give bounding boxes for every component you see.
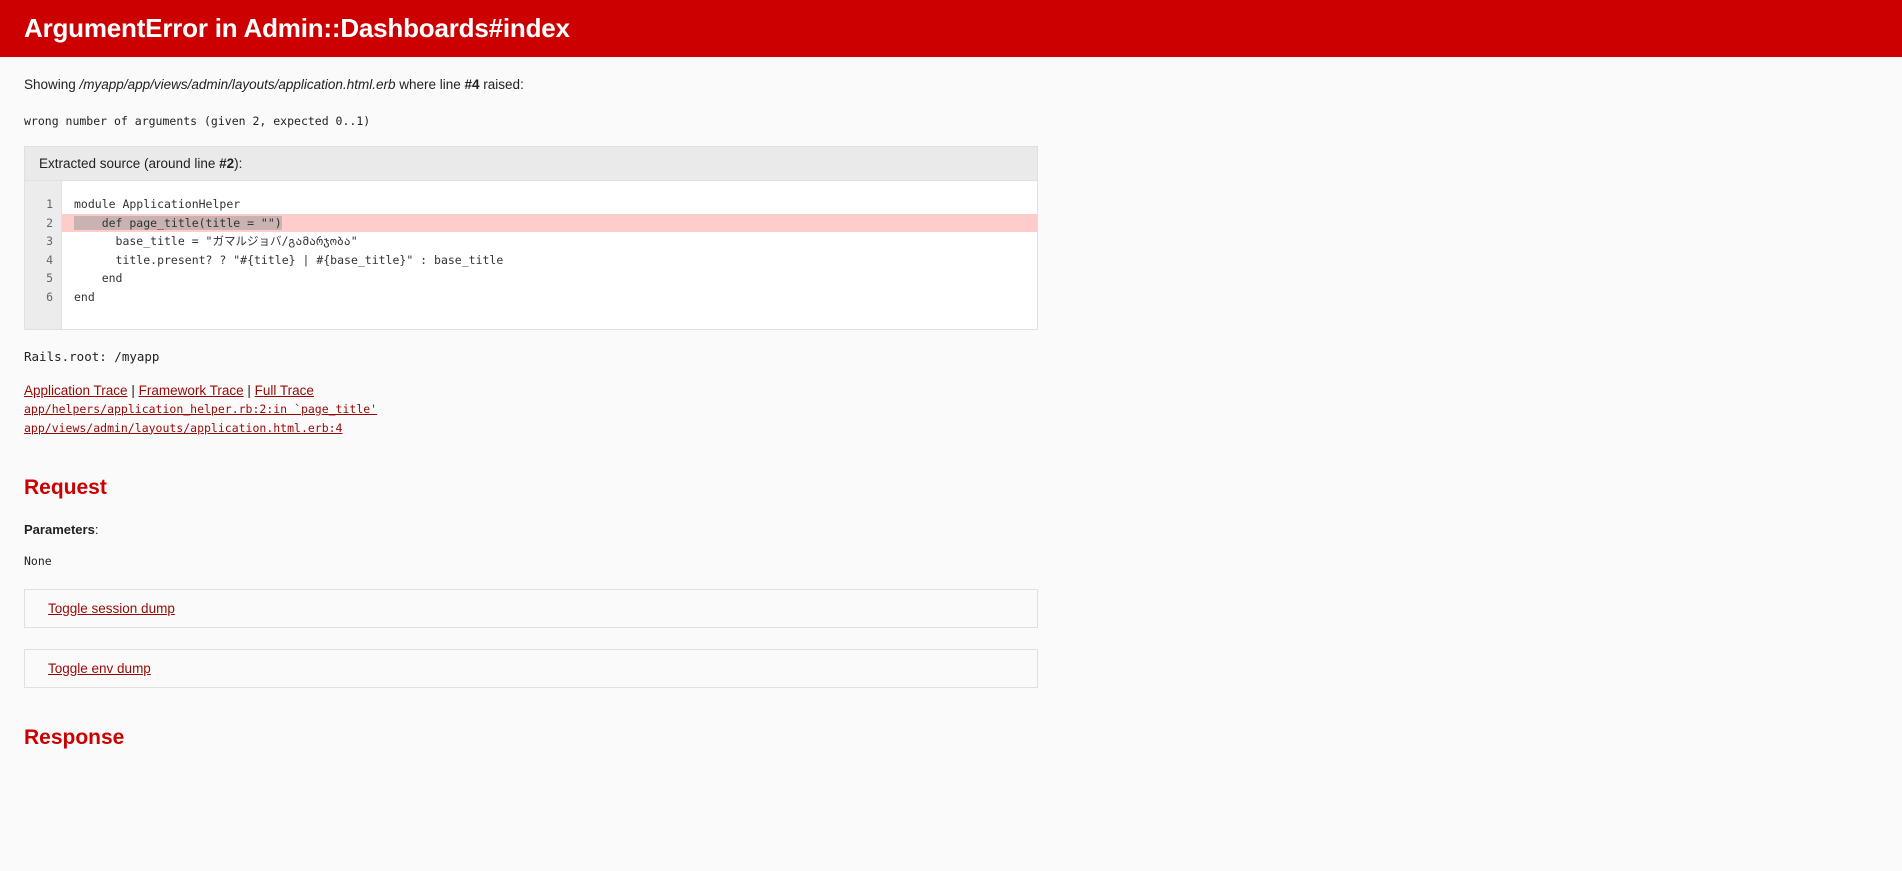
error-header-banner: ArgumentError in Admin::Dashboards#index [0, 0, 1902, 58]
trace-separator: | [243, 382, 255, 398]
caption-prefix: Extracted source (around line [39, 156, 220, 172]
env-dump-panel[interactable]: Toggle env dump [24, 648, 1038, 688]
rails-root-path: Rails.root: /myapp [24, 348, 160, 364]
line-number-gutter: 1 2 3 4 5 6 [25, 181, 62, 329]
exception-message: wrong number of arguments (given 2, expe… [24, 114, 371, 129]
showing-file-path: /myapp/app/views/admin/layouts/applicati… [79, 77, 396, 93]
line-number: 5 [46, 271, 53, 286]
trace-separator: | [127, 382, 139, 398]
source-code-column: module ApplicationHelper def page_title(… [61, 181, 1037, 329]
framework-trace-link[interactable]: Framework Trace [139, 383, 244, 398]
parameters-value: None [24, 553, 52, 568]
parameters-label-text: Parameters [24, 521, 95, 537]
showing-suffix: raised: [479, 77, 524, 93]
showing-line: Showing /myapp/app/views/admin/layouts/a… [24, 76, 1902, 95]
error-title: ArgumentError in Admin::Dashboards#index [24, 13, 570, 43]
code-line: end [74, 289, 95, 304]
extracted-source-block: Extracted source (around line #2): 1 2 3… [24, 146, 1038, 330]
code-line: module ApplicationHelper [74, 197, 241, 212]
code-line-selection: def page_title(title = "") [74, 215, 282, 230]
code-line: title.present? ? "#{title} | #{base_titl… [74, 252, 504, 267]
toggle-env-dump-link[interactable]: Toggle env dump [48, 661, 151, 676]
parameters-label: Parameters: [24, 522, 1902, 537]
extracted-source-caption: Extracted source (around line #2): [25, 147, 1037, 182]
page-body: Showing /myapp/app/views/admin/layouts/a… [0, 76, 1902, 749]
line-number: 1 [46, 197, 53, 212]
full-trace-link[interactable]: Full Trace [255, 383, 314, 398]
code-line: end [74, 271, 123, 286]
parameters-label-colon: : [94, 521, 99, 537]
line-number: 4 [46, 252, 53, 267]
code-line: base_title = "ガマルジョバ/გამარჯობა" [74, 234, 358, 249]
trace-links: Application Trace | Framework Trace | Fu… [24, 383, 1902, 398]
line-number: 6 [46, 289, 53, 304]
code-line-highlighted: def page_title(title = "") [62, 213, 1037, 233]
trace-frame[interactable]: app/views/admin/layouts/application.html… [24, 419, 1902, 438]
trace-frame[interactable]: app/helpers/application_helper.rb:2:in `… [24, 400, 1902, 419]
caption-suffix: ): [234, 156, 243, 172]
application-trace-link[interactable]: Application Trace [24, 383, 128, 398]
toggle-session-dump-link[interactable]: Toggle session dump [48, 601, 175, 616]
showing-prefix: Showing [24, 77, 80, 93]
response-section-heading: Response [24, 725, 125, 749]
line-number: 2 [25, 213, 53, 233]
trace-frame-list: app/helpers/application_helper.rb:2:in `… [24, 400, 1902, 438]
source-code-table: 1 2 3 4 5 6 module ApplicationHelper def… [25, 181, 1037, 329]
showing-line-number: #4 [464, 77, 480, 93]
session-dump-panel[interactable]: Toggle session dump [24, 588, 1038, 628]
line-number: 3 [46, 234, 53, 249]
caption-line-number: #2 [219, 156, 235, 172]
request-section-heading: Request [24, 475, 107, 499]
showing-middle: where line [395, 77, 465, 93]
